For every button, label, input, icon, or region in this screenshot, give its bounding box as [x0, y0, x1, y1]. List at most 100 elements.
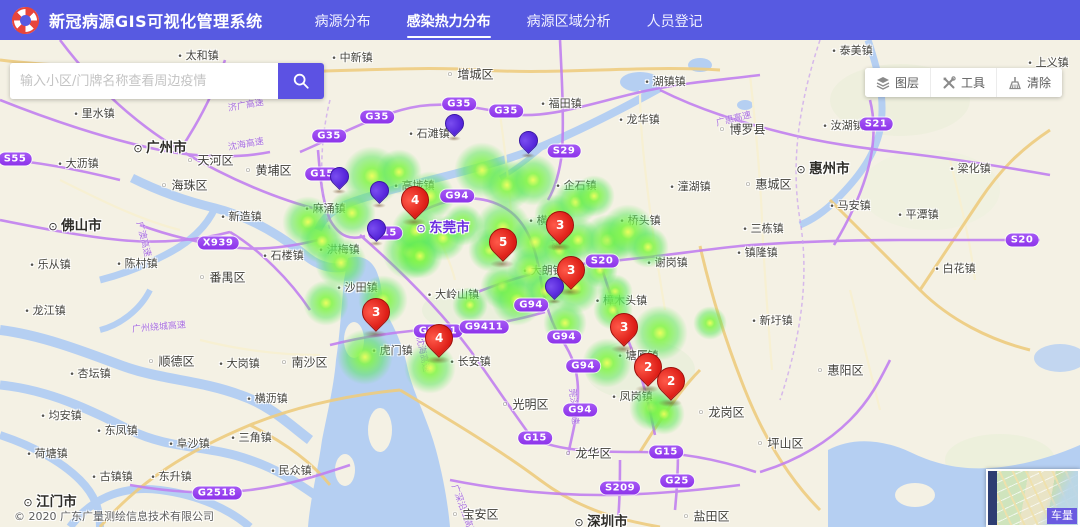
town-label: 民众镇: [270, 462, 311, 478]
town-label: 龙华镇: [618, 111, 659, 127]
road-badge: G15: [649, 446, 683, 459]
town-label: 桥头镇: [619, 212, 660, 228]
town-label: 镇隆镇: [736, 244, 777, 260]
district-label: 盐田区: [683, 508, 730, 525]
nav-item-label: 病源分布: [315, 14, 371, 30]
minimap[interactable]: 车量: [986, 469, 1080, 527]
heat-spot: [693, 306, 727, 340]
layers-button[interactable]: 图层: [865, 68, 931, 97]
town-label: 白花镇: [934, 260, 975, 276]
town-label: 大沥镇: [57, 155, 98, 171]
town-label: 梁化镇: [949, 160, 990, 176]
town-label: 里水镇: [73, 105, 114, 121]
clear-icon: [1008, 76, 1022, 90]
town-label: 企石镇: [555, 177, 596, 193]
nav-item-label: 感染热力分布: [407, 14, 491, 30]
red-marker[interactable]: 2: [655, 367, 685, 407]
district-label: 惠阳区: [817, 362, 864, 379]
minimap-edge: [988, 471, 997, 525]
district-label: 天河区: [187, 152, 234, 169]
nav-item-region-analysis[interactable]: 病源区域分析: [527, 3, 611, 38]
town-label: 阜沙镇: [168, 435, 209, 451]
heat-spot: [481, 159, 533, 211]
town-label: 均安镇: [40, 407, 81, 423]
city-label: 佛山市: [48, 214, 101, 234]
town-label: 麻涌镇: [304, 200, 345, 216]
search-bar: [10, 63, 324, 99]
town-label: 乐从镇: [29, 256, 70, 272]
town-label: 东升镇: [150, 468, 191, 484]
search-icon: [292, 72, 310, 90]
tools-button-label: 工具: [961, 74, 985, 91]
nav-item-source-distribution[interactable]: 病源分布: [315, 3, 371, 38]
road-badge: S20: [586, 255, 619, 268]
red-marker[interactable]: 3: [544, 211, 574, 251]
red-marker[interactable]: 3: [360, 298, 390, 338]
district-label: 龙华区: [565, 445, 612, 462]
district-label: 博罗县: [719, 121, 766, 138]
town-label: 谢岗镇: [646, 254, 687, 270]
app-title: 新冠病源GIS可视化管理系统: [49, 8, 263, 32]
road-badge: G35: [442, 98, 476, 111]
road-badge: X939: [198, 237, 239, 250]
purple-marker[interactable]: [329, 167, 349, 195]
map-canvas[interactable]: 太和镇中新镇里水镇大沥镇乐从镇陈村镇龙江镇新造镇石楼镇石滩镇福田镇龙华镇湖镇镇泰…: [0, 40, 1080, 527]
main-nav: 病源分布 感染热力分布 病源区域分析 人员登记: [315, 3, 703, 38]
nav-item-infection-heatmap[interactable]: 感染热力分布: [407, 3, 491, 38]
tools-button[interactable]: 工具: [931, 68, 997, 97]
town-label: 石楼镇: [262, 247, 303, 263]
city-label: 江门市: [23, 490, 76, 510]
district-label: 番禺区: [199, 269, 246, 286]
clear-button[interactable]: 清除: [997, 68, 1062, 97]
road-name-label: 广州绕城高速: [131, 317, 186, 335]
layers-icon: [876, 76, 890, 90]
town-label: 太和镇: [177, 47, 218, 63]
town-label: 新造镇: [220, 208, 261, 224]
road-name-label: 沈海高速: [227, 134, 265, 153]
red-marker[interactable]: 3: [555, 256, 585, 296]
road-badge: G94: [440, 190, 474, 203]
purple-marker[interactable]: [369, 181, 389, 209]
red-marker[interactable]: 3: [608, 313, 638, 353]
layers-button-label: 图层: [895, 74, 919, 91]
lifebuoy-logo-icon: [12, 7, 39, 34]
road-name-label: 广澳高速: [134, 220, 155, 258]
heat-spot: [397, 233, 443, 279]
district-label: 南沙区: [281, 354, 328, 371]
search-button[interactable]: [278, 63, 324, 99]
road-badge: S29: [548, 145, 581, 158]
nav-item-label: 病源区域分析: [527, 14, 611, 30]
clear-button-label: 清除: [1027, 74, 1051, 91]
search-input[interactable]: [10, 63, 278, 99]
city-label: 广州市: [133, 136, 186, 156]
town-label: 长安镇: [449, 353, 490, 369]
district-label: 海珠区: [161, 177, 208, 194]
town-label: 龙江镇: [24, 302, 65, 318]
town-label: 大岭山镇: [427, 286, 479, 302]
road-badge: G2518: [193, 487, 242, 500]
road-badge: G9411: [460, 321, 509, 334]
district-label: 黄埔区: [245, 162, 292, 179]
nav-item-label: 人员登记: [647, 14, 703, 30]
nav-item-personnel-register[interactable]: 人员登记: [647, 3, 703, 38]
purple-marker[interactable]: [366, 219, 386, 247]
app-header: 新冠病源GIS可视化管理系统 病源分布 感染热力分布 病源区域分析 人员登记: [0, 0, 1080, 40]
town-label: 沙田镇: [336, 279, 377, 295]
purple-marker[interactable]: [518, 131, 538, 159]
town-label: 横沥镇: [246, 390, 287, 406]
town-label: 三栋镇: [742, 220, 783, 236]
copyright-text: © 2020 广东广量测绘信息技术有限公司: [14, 508, 214, 524]
road-badge: G25: [660, 475, 694, 488]
red-marker[interactable]: 5: [487, 228, 517, 268]
purple-marker[interactable]: [444, 114, 464, 142]
town-label: 中新镇: [331, 49, 372, 65]
red-marker[interactable]: 4: [423, 324, 453, 364]
city-label: 惠州市: [796, 157, 849, 177]
road-badge: G94: [566, 360, 600, 373]
red-marker[interactable]: 4: [399, 186, 429, 226]
district-label: 坪山区: [757, 435, 804, 452]
road-badge: S21: [860, 118, 893, 131]
town-label: 泰美镇: [831, 42, 872, 58]
district-label: 光明区: [502, 396, 549, 413]
town-label: 湖镇镇: [644, 73, 685, 89]
